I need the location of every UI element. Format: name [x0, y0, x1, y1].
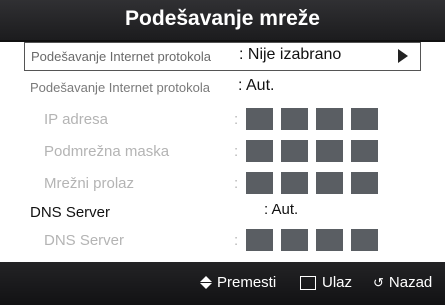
octet-box: [351, 140, 378, 162]
field-colon: :: [234, 175, 239, 192]
row-value: : Aut.: [264, 201, 299, 218]
ip-protocol-setting-row-1[interactable]: Podešavanje Internet protokola : Nije iz…: [24, 42, 421, 71]
octet-box: [246, 172, 273, 194]
move-hint: Premesti: [200, 274, 276, 291]
row-label: Podešavanje Internet protokola: [30, 80, 210, 95]
return-icon: ↺: [373, 274, 384, 290]
ip-protocol-setting-row-2[interactable]: Podešavanje Internet protokola : Aut.: [24, 74, 421, 103]
row-value: : Aut.: [238, 77, 275, 94]
octet-box: [246, 108, 273, 130]
row-label: DNS Server: [30, 204, 111, 221]
octet-box: [351, 229, 378, 251]
back-hint: ↺ Nazad: [373, 274, 432, 291]
enter-label: Ulaz: [322, 274, 353, 291]
field-label: IP adresa: [44, 111, 108, 128]
footer-bar: Premesti Ulaz ↺ Nazad: [0, 262, 445, 305]
dialog-title: Podešavanje mreže: [0, 0, 445, 42]
ip-address-octets: [246, 108, 386, 135]
octet-box: [281, 172, 308, 194]
octet-box: [281, 108, 308, 130]
field-colon: :: [234, 232, 239, 249]
octet-box: [351, 172, 378, 194]
subnet-mask-octets: [246, 140, 386, 167]
octet-box: [316, 108, 343, 130]
back-label: Nazad: [388, 274, 433, 291]
octet-box: [281, 229, 308, 251]
octet-box: [316, 140, 343, 162]
octet-box: [246, 140, 273, 162]
enter-hint: Ulaz: [300, 274, 352, 291]
octet-box: [281, 140, 308, 162]
row-label: Podešavanje Internet protokola: [31, 49, 211, 64]
field-label: Podmrežna maska: [44, 143, 170, 160]
field-colon: :: [234, 143, 239, 160]
field-label: Mrežni prolaz: [44, 175, 135, 192]
gateway-row: Mrežni prolaz :: [24, 170, 421, 199]
dns-server-octets: [246, 229, 386, 256]
enter-icon: [300, 275, 316, 290]
up-down-arrows-icon: [200, 276, 212, 289]
right-arrow-icon[interactable]: [398, 49, 408, 63]
row-value: : Nije izabrano: [239, 46, 342, 63]
gateway-octets: [246, 172, 386, 199]
field-label: DNS Server: [44, 232, 125, 249]
dns-server-address-row: DNS Server :: [24, 227, 421, 256]
octet-box: [316, 229, 343, 251]
network-settings-dialog: Podešavanje mreže Podešavanje Internet p…: [0, 0, 445, 305]
move-label: Premesti: [217, 274, 277, 291]
dns-server-setting-row[interactable]: DNS Server : Aut.: [24, 198, 421, 227]
octet-box: [246, 229, 273, 251]
field-colon: :: [234, 111, 239, 128]
octet-box: [351, 108, 378, 130]
subnet-mask-row: Podmrežna maska :: [24, 138, 421, 167]
octet-box: [316, 172, 343, 194]
ip-address-row: IP adresa :: [24, 106, 421, 135]
